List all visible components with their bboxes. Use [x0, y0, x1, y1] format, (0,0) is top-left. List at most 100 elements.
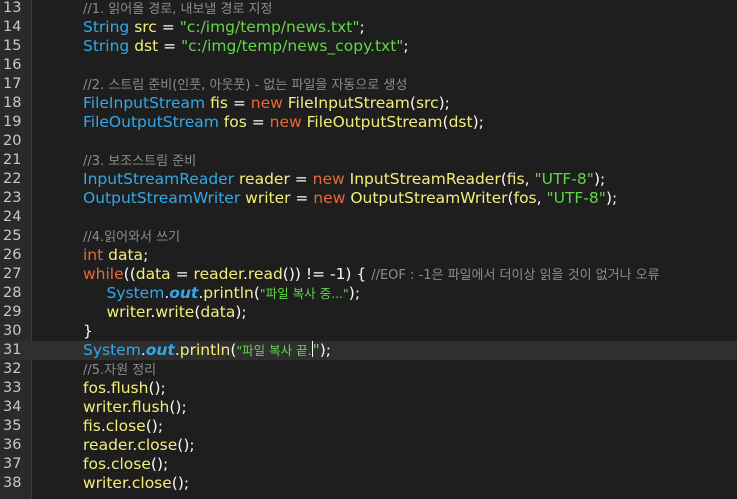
- code-text[interactable]: fos.flush();: [83, 379, 166, 398]
- token-punctuation: =: [290, 188, 314, 207]
- code-text[interactable]: System.out.println("파일 복사 끝.");: [83, 340, 331, 360]
- token-punctuation: ();: [171, 473, 190, 492]
- token-type: System: [106, 283, 165, 302]
- token-identifier: src: [415, 93, 439, 112]
- token-method: OutputStreamWriter: [345, 188, 508, 207]
- token-punctuation: ;: [359, 17, 365, 36]
- code-text[interactable]: InputStreamReader reader = new InputStre…: [83, 170, 605, 189]
- code-text[interactable]: String src = "c:/img/temp/news.txt";: [83, 18, 365, 37]
- token-identifier: src: [129, 17, 157, 36]
- token-keyword: while: [83, 264, 124, 283]
- token-punctuation: ;: [403, 36, 409, 55]
- code-line[interactable]: 38 writer.close();: [0, 474, 737, 493]
- token-punctuation: ();: [150, 454, 169, 473]
- token-field: out: [145, 340, 175, 359]
- code-line[interactable]: 36 reader.close();: [0, 436, 737, 455]
- token-keyword: new: [250, 93, 283, 112]
- code-line-current[interactable]: 31 System.out.println("파일 복사 끝.");: [0, 340, 737, 360]
- code-line[interactable]: 30}: [0, 322, 737, 341]
- code-line[interactable]: 22 InputStreamReader reader = new InputSt…: [0, 170, 737, 189]
- code-text[interactable]: fos.close();: [83, 455, 168, 474]
- code-text[interactable]: //5.자원 정리: [83, 360, 156, 380]
- code-text[interactable]: fis.close();: [83, 417, 163, 436]
- token-identifier: fos: [83, 378, 107, 397]
- code-text[interactable]: //2. 스트림 준비(인풋, 아웃풋) - 없는 파일을 자동으로 생성: [83, 75, 407, 95]
- code-text[interactable]: while((data = reader.read()) != -1) { //…: [83, 265, 660, 285]
- token-string: "c:/img/temp/news_copy.txt": [181, 36, 404, 55]
- code-line[interactable]: 23 OutputStreamWriter writer = new Output…: [0, 189, 737, 208]
- code-text[interactable]: FileInputStream fis = new FileInputStrea…: [83, 94, 450, 113]
- code-line[interactable]: 20: [0, 132, 737, 151]
- code-line[interactable]: 16: [0, 56, 737, 75]
- token-comment: //5.자원 정리: [83, 362, 157, 378]
- token-string: "UTF-8": [534, 169, 594, 188]
- token-identifier: fos: [83, 454, 107, 473]
- code-editor[interactable]: 13 //1. 읽어올 경로, 내보낼 경로 지정 14 String src = "…: [0, 0, 737, 499]
- line-number: 29: [3, 303, 22, 320]
- code-line[interactable]: 27 while((data = reader.read()) != -1) { …: [0, 265, 737, 284]
- token-punctuation: );: [605, 188, 618, 207]
- code-line[interactable]: 14 String src = "c:/img/temp/news.txt";: [0, 18, 737, 37]
- line-number: 15: [3, 37, 22, 54]
- code-text[interactable]: System.out.println("파일 복사 중...");: [107, 284, 361, 303]
- code-text[interactable]: FileOutputStream fos = new FileOutputStr…: [83, 113, 484, 132]
- code-line[interactable]: 18 FileInputStream fis = new FileInputStr…: [0, 94, 737, 113]
- token-method: read: [247, 264, 283, 283]
- token-punctuation: ,: [536, 188, 547, 207]
- code-line[interactable]: 13 //1. 읽어올 경로, 내보낼 경로 지정: [0, 0, 737, 18]
- code-text[interactable]: }: [83, 322, 93, 341]
- code-line[interactable]: 32 //5.자원 정리: [0, 360, 737, 379]
- code-text[interactable]: int data;: [83, 246, 148, 265]
- code-line[interactable]: 21 //3. 보조스트림 준비: [0, 151, 737, 170]
- code-line[interactable]: 29 writer.write(data);: [0, 303, 737, 322]
- code-text[interactable]: OutputStreamWriter writer = new OutputSt…: [83, 189, 617, 208]
- token-method: InputStreamReader: [344, 169, 501, 188]
- code-line[interactable]: 33 fos.flush();: [0, 379, 737, 398]
- code-line[interactable]: 24: [0, 208, 737, 227]
- token-punctuation: );: [348, 283, 361, 302]
- code-text[interactable]: //1. 읽어올 경로, 내보낼 경로 지정: [83, 0, 272, 19]
- code-text[interactable]: //4.읽어와서 쓰기: [83, 227, 180, 247]
- token-type: FileOutputStream: [83, 112, 219, 131]
- token-string: "파일 복사 끝.: [236, 342, 312, 358]
- code-line[interactable]: 25 //4.읽어와서 쓰기: [0, 227, 737, 246]
- code-text[interactable]: writer.write(data);: [107, 303, 247, 322]
- code-line[interactable]: 28 System.out.println("파일 복사 중...");: [0, 284, 737, 303]
- code-line[interactable]: 15 String dst = "c:/img/temp/news_copy.tx…: [0, 37, 737, 56]
- line-number: 31: [3, 341, 22, 358]
- token-identifier: fis: [205, 93, 228, 112]
- line-number: 21: [3, 151, 22, 168]
- token-identifier: fos: [513, 188, 537, 207]
- token-punctuation: );: [472, 112, 484, 131]
- line-number: 28: [3, 284, 22, 301]
- token-identifier: writer: [83, 473, 127, 492]
- code-line[interactable]: 26 int data;: [0, 246, 737, 265]
- token-method: println: [203, 283, 254, 302]
- token-punctuation: ();: [169, 397, 187, 416]
- token-punctuation: ((: [123, 264, 136, 283]
- token-punctuation: );: [235, 302, 247, 321]
- token-string: "UTF-8": [546, 188, 606, 207]
- code-line[interactable]: 19 FileOutputStream fos = new FileOutputS…: [0, 113, 737, 132]
- line-number: 34: [3, 398, 22, 415]
- line-number: 37: [3, 455, 22, 472]
- token-string: ": [312, 340, 320, 359]
- token-punctuation: =: [227, 93, 251, 112]
- code-line[interactable]: 37 fos.close();: [0, 455, 737, 474]
- code-line[interactable]: 17 //2. 스트림 준비(인풋, 아웃풋) - 없는 파일을 자동으로 생성: [0, 75, 737, 94]
- token-comment: //1. 읽어올 경로, 내보낼 경로 지정: [83, 1, 273, 17]
- code-text[interactable]: writer.close();: [83, 474, 189, 493]
- code-line[interactable]: 35 fis.close();: [0, 417, 737, 436]
- token-identifier: writer: [240, 188, 291, 207]
- code-text[interactable]: //3. 보조스트림 준비: [83, 151, 196, 171]
- token-identifier: reader: [83, 435, 133, 454]
- line-number: 38: [3, 474, 22, 491]
- code-text[interactable]: String dst = "c:/img/temp/news_copy.txt"…: [83, 37, 409, 56]
- token-punctuation: ,: [524, 169, 535, 188]
- code-line[interactable]: 34 writer.flush();: [0, 398, 737, 417]
- code-text[interactable]: reader.close();: [83, 436, 195, 455]
- token-identifier: dst: [129, 36, 159, 55]
- token-type: String: [83, 36, 130, 55]
- token-method: FileInputStream: [282, 93, 410, 112]
- code-text[interactable]: writer.flush();: [83, 398, 187, 417]
